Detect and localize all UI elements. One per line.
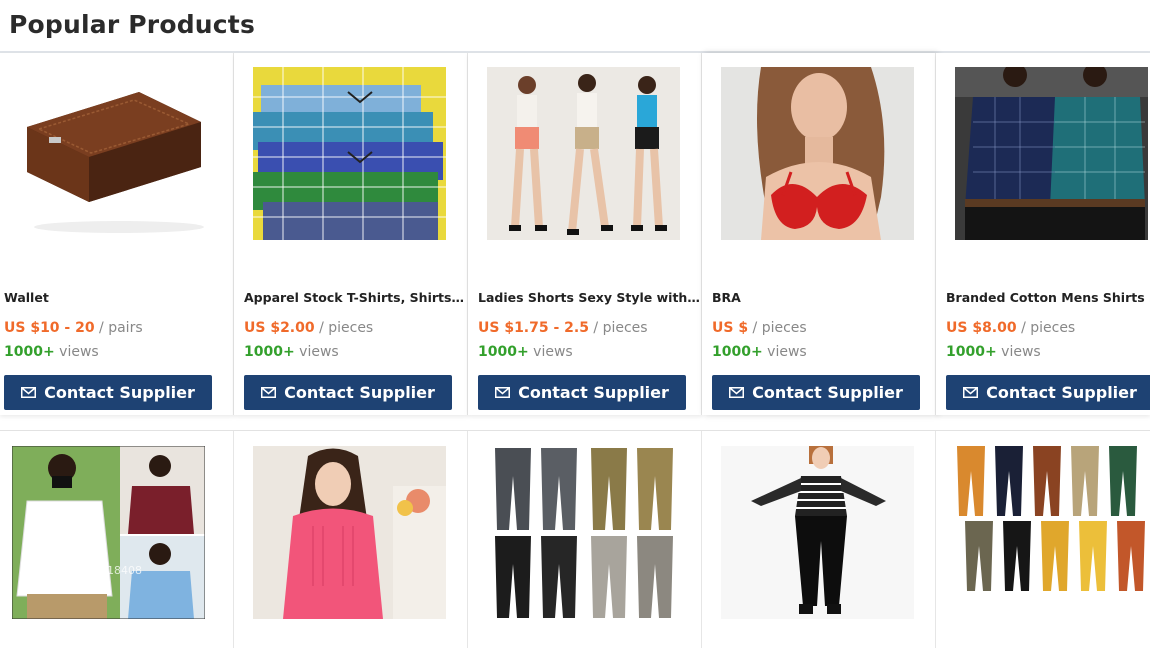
price-line: US $10 - 20 / pairs xyxy=(4,320,143,336)
striped-top-black-jeans-image xyxy=(721,446,914,619)
views-label: views xyxy=(767,344,807,360)
price-unit: / pieces xyxy=(752,320,807,336)
bra-image xyxy=(721,67,914,240)
watermark: Store No.: 818408 xyxy=(42,564,142,577)
envelope-icon xyxy=(261,387,277,398)
contact-supplier-label: Contact Supplier xyxy=(752,383,903,402)
views-label: views xyxy=(299,344,339,360)
product-name[interactable]: Apparel Stock T-Shirts, Shirts,... xyxy=(244,290,468,305)
section-title: Popular Products xyxy=(9,10,256,39)
product-image[interactable] xyxy=(19,67,212,240)
views-count: 1000+ xyxy=(946,344,997,360)
views-count: 1000+ xyxy=(478,344,529,360)
envelope-icon xyxy=(495,387,511,398)
product-card[interactable] xyxy=(234,431,468,648)
mens-shirts-image xyxy=(955,67,1148,240)
plaid-shirts-image xyxy=(253,67,446,240)
contact-supplier-label: Contact Supplier xyxy=(518,383,669,402)
product-name[interactable]: Wallet xyxy=(4,290,228,305)
product-price: US $1.75 - 2.5 xyxy=(478,320,589,336)
views-label: views xyxy=(1001,344,1041,360)
product-image[interactable] xyxy=(487,67,680,240)
views-line: 1000+ views xyxy=(478,344,573,360)
price-unit: / pairs xyxy=(99,320,143,336)
contact-supplier-button[interactable]: Contact Supplier xyxy=(244,375,452,410)
product-name[interactable]: BRA xyxy=(712,290,936,305)
price-unit: / pieces xyxy=(319,320,374,336)
views-line: 1000+ views xyxy=(4,344,99,360)
views-count: 1000+ xyxy=(4,344,55,360)
product-name[interactable]: Branded Cotton Mens Shirts O... xyxy=(946,290,1150,305)
product-card[interactable]: Apparel Stock T-Shirts, Shirts,... US $2… xyxy=(234,53,468,415)
product-row-2: Store No.: 818408 xyxy=(0,430,1150,648)
price-line: US $1.75 - 2.5 / pieces xyxy=(478,320,648,336)
trousers-grid-image xyxy=(487,446,680,619)
mens-casual-shirts-image: Store No.: 818408 xyxy=(12,446,205,619)
price-unit: / pieces xyxy=(1021,320,1076,336)
product-card[interactable]: Store No.: 818408 xyxy=(0,431,234,648)
colored-chinos-image xyxy=(955,446,1148,619)
contact-supplier-button[interactable]: Contact Supplier xyxy=(4,375,212,410)
contact-supplier-button[interactable]: Contact Supplier xyxy=(712,375,920,410)
product-image[interactable] xyxy=(721,446,914,619)
views-line: 1000+ views xyxy=(946,344,1041,360)
contact-supplier-label: Contact Supplier xyxy=(44,383,195,402)
envelope-icon xyxy=(729,387,745,398)
views-label: views xyxy=(59,344,99,360)
product-card[interactable] xyxy=(936,431,1150,648)
contact-supplier-button[interactable]: Contact Supplier xyxy=(946,375,1150,410)
views-line: 1000+ views xyxy=(244,344,339,360)
price-line: US $8.00 / pieces xyxy=(946,320,1075,336)
product-card[interactable] xyxy=(468,431,702,648)
product-name[interactable]: Ladies Shorts Sexy Style with ... xyxy=(478,290,702,305)
product-price: US $2.00 xyxy=(244,320,315,336)
pink-blouse-image xyxy=(253,446,446,619)
contact-supplier-label: Contact Supplier xyxy=(986,383,1137,402)
views-count: 1000+ xyxy=(244,344,295,360)
product-image[interactable]: Store No.: 818408 xyxy=(12,446,205,619)
product-card[interactable]: Ladies Shorts Sexy Style with ... US $1.… xyxy=(468,53,702,415)
envelope-icon xyxy=(963,387,979,398)
product-card[interactable]: Wallet US $10 - 20 / pairs 1000+ views C… xyxy=(0,53,234,415)
price-line: US $ / pieces xyxy=(712,320,807,336)
product-image[interactable] xyxy=(253,446,446,619)
product-row-1: Wallet US $10 - 20 / pairs 1000+ views C… xyxy=(0,53,1150,415)
views-line: 1000+ views xyxy=(712,344,807,360)
envelope-icon xyxy=(21,387,37,398)
price-unit: / pieces xyxy=(593,320,648,336)
product-price: US $ xyxy=(712,320,749,336)
product-card[interactable]: BRA US $ / pieces 1000+ views Contact Su… xyxy=(702,53,936,415)
wallet-image xyxy=(19,67,212,240)
product-price: US $8.00 xyxy=(946,320,1017,336)
contact-supplier-label: Contact Supplier xyxy=(284,383,435,402)
product-price: US $10 - 20 xyxy=(4,320,95,336)
product-image[interactable] xyxy=(721,67,914,240)
product-image[interactable] xyxy=(955,67,1148,240)
views-label: views xyxy=(533,344,573,360)
price-line: US $2.00 / pieces xyxy=(244,320,373,336)
product-image[interactable] xyxy=(253,67,446,240)
views-count: 1000+ xyxy=(712,344,763,360)
product-card[interactable] xyxy=(702,431,936,648)
product-image[interactable] xyxy=(955,446,1148,619)
product-card[interactable]: Branded Cotton Mens Shirts O... US $8.00… xyxy=(936,53,1150,415)
ladies-shorts-image xyxy=(487,67,680,240)
contact-supplier-button[interactable]: Contact Supplier xyxy=(478,375,686,410)
product-image[interactable] xyxy=(487,446,680,619)
